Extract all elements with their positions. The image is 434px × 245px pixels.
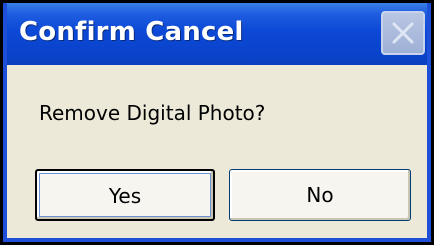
confirm-cancel-dialog: Confirm Cancel Remove Digital Photo? Yes…	[3, 3, 431, 242]
dialog-message: Remove Digital Photo?	[39, 101, 266, 125]
window-title: Confirm Cancel	[19, 17, 244, 47]
close-button[interactable]	[381, 11, 425, 55]
no-button[interactable]: No	[229, 169, 411, 221]
title-bar[interactable]: Confirm Cancel	[7, 3, 427, 65]
yes-button[interactable]: Yes	[35, 169, 215, 221]
no-button-label: No	[306, 183, 334, 207]
dialog-body: Remove Digital Photo? Yes No	[7, 65, 427, 238]
close-icon	[392, 22, 414, 44]
yes-button-label: Yes	[108, 184, 142, 208]
